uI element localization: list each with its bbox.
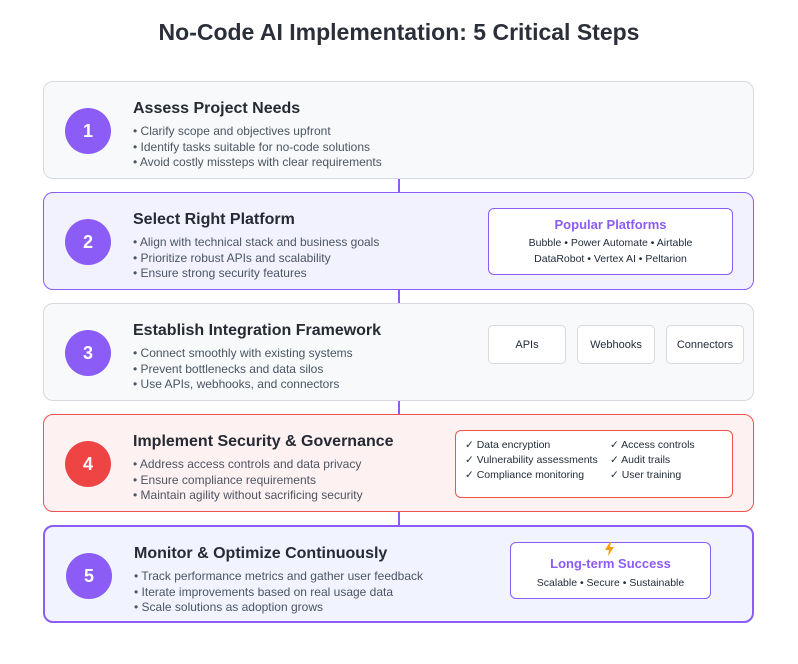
step-title: Monitor & Optimize Continuously [134,545,388,562]
step-card-4: 4 Implement Security & Governance Addres… [43,414,754,512]
step-bullet-list: Clarify scope and objectives upfront Ide… [133,124,382,171]
step-bullet-list: Track performance metrics and gather use… [134,569,423,616]
step-title: Select Right Platform [133,211,295,228]
bullet-item: Ensure strong security features [133,266,379,282]
connector-line [398,179,400,193]
step-bullet-list: Address access controls and data privacy… [133,457,363,504]
connector-line [398,512,400,526]
page-title: No-Code AI Implementation: 5 Critical St… [158,19,640,45]
checklist-item: ✓ Vulnerability assessments [465,454,598,466]
connector-line [398,401,400,415]
bullet-item: Connect smoothly with existing systems [133,346,353,362]
bullet-item: Avoid costly missteps with clear require… [133,155,382,171]
bullet-item: Prevent bottlenecks and data silos [133,362,353,378]
bullet-item: Clarify scope and objectives upfront [133,124,382,140]
bullet-item: Maintain agility without sacrificing sec… [133,488,363,504]
step-card-5: 5 Monitor & Optimize Continuously Track … [43,525,754,623]
step-number-badge: 3 [65,330,111,376]
panel-subtitle: Scalable • Secure • Sustainable [536,577,685,589]
platform-list-line: DataRobot • Vertex AI • Peltarion [534,253,687,265]
bullet-item: Align with technical stack and business … [133,235,379,251]
checklist-item: ✓ Data encryption [465,439,551,451]
step-bullet-list: Connect smoothly with existing systems P… [133,346,353,393]
step-number-badge: 4 [65,441,111,487]
integration-chip-webhooks: Webhooks [577,325,655,364]
integration-chip-apis: APIs [488,325,566,364]
bullet-item: Use APIs, webhooks, and connectors [133,377,353,393]
bullet-item: Prioritize robust APIs and scalability [133,251,379,267]
bullet-item: Scale solutions as adoption grows [134,600,423,616]
bullet-item: Iterate improvements based on real usage… [134,585,423,601]
bullet-item: Track performance metrics and gather use… [134,569,423,585]
bullet-item: Identify tasks suitable for no-code solu… [133,140,382,156]
step-number-badge: 5 [66,553,112,599]
lightning-bolt-icon [605,542,614,556]
checklist-item: ✓ Compliance monitoring [465,469,585,481]
step-number-badge: 2 [65,219,111,265]
popular-platforms-panel: Popular Platforms Bubble • Power Automat… [488,208,733,275]
panel-title: Popular Platforms [554,217,667,232]
checklist-item: ✓ Audit trails [610,454,671,466]
step-card-1: 1 Assess Project Needs Clarify scope and… [43,81,754,179]
step-bullet-list: Align with technical stack and business … [133,235,379,282]
checklist-item: ✓ Access controls [610,439,695,451]
step-title: Establish Integration Framework [133,322,382,339]
long-term-success-panel: Long-term Success Scalable • Secure • Su… [510,542,711,599]
panel-title: Long-term Success [550,556,671,571]
connector-line [398,290,400,304]
step-title: Assess Project Needs [133,100,301,117]
platform-list-line: Bubble • Power Automate • Airtable [528,237,693,249]
step-card-3: 3 Establish Integration Framework Connec… [43,303,754,401]
bullet-item: Address access controls and data privacy [133,457,363,473]
bullet-item: Ensure compliance requirements [133,473,363,489]
step-number-badge: 1 [65,108,111,154]
security-checklist-panel: ✓ Data encryption ✓ Vulnerability assess… [455,430,733,498]
step-title: Implement Security & Governance [133,433,394,450]
step-card-2: 2 Select Right Platform Align with techn… [43,192,754,290]
integration-chip-connectors: Connectors [666,325,744,364]
checklist-item: ✓ User training [610,469,682,481]
